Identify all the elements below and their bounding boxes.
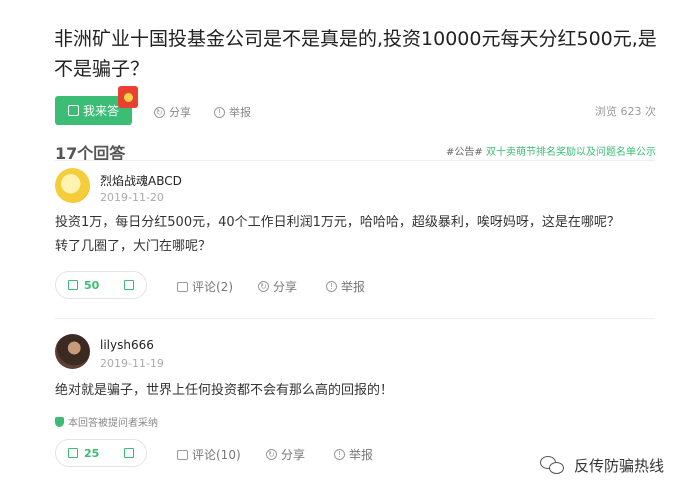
share-icon: ↻ — [266, 449, 277, 460]
red-packet-icon[interactable] — [118, 86, 138, 108]
comments-button[interactable]: 评论(2) — [177, 278, 233, 295]
answer-content-line: 绝对就是骗子，世界上任何投资都不会有那么高的回报的！ — [55, 383, 394, 398]
report-icon: ! — [326, 281, 337, 292]
share-label: 分享 — [169, 106, 191, 119]
watermark: 反传防骗热线 — [540, 455, 664, 476]
answer-date: 2019-11-19 — [100, 357, 164, 370]
adopted-badge: 本回答被提问者采纳 — [55, 414, 158, 429]
adopted-label: 本回答被提问者采纳 — [68, 418, 158, 429]
vote-control: 25 — [55, 439, 147, 467]
answer-content: 投资1万，每日分红500元，40个工作日利润1万元，哈哈哈，超级暴利，唉呀妈呀，… — [55, 211, 620, 259]
report-question-button[interactable]: ! 举报 — [214, 104, 251, 120]
comments-label: 评论(2) — [192, 280, 233, 294]
report-label: 举报 — [349, 448, 374, 462]
answer-content: 绝对就是骗子，世界上任何投资都不会有那么高的回报的！ — [55, 379, 393, 403]
comments-button[interactable]: 评论(10) — [177, 446, 241, 463]
thumbs-up-icon[interactable] — [68, 448, 78, 458]
vote-count: 25 — [84, 446, 100, 460]
report-answer-button[interactable]: ! 举报 — [334, 446, 373, 463]
share-label: 分享 — [273, 280, 298, 294]
notice-tag: #公告# — [446, 147, 483, 158]
question-title: 非洲矿业十国投基金公司是不是真是的,投资10000元每天分红500元,是不是骗子… — [54, 28, 657, 80]
report-label: 举报 — [229, 106, 251, 119]
vote-count: 50 — [84, 278, 100, 292]
share-question-button[interactable]: ↻ 分享 — [154, 104, 191, 120]
report-icon: ! — [334, 449, 345, 460]
answer-button-label: 我来答 — [82, 104, 119, 118]
shield-check-icon — [55, 416, 64, 427]
answer-date: 2019-11-20 — [100, 191, 164, 204]
notice-text: 双十卖萌节排名奖励以及问题名单公示 — [486, 147, 656, 158]
answer-username[interactable]: 烈焰战魂ABCD — [100, 172, 182, 189]
share-label: 分享 — [281, 448, 306, 462]
report-icon: ! — [214, 106, 225, 118]
view-count: 浏览 623 次 — [595, 105, 656, 118]
share-answer-button[interactable]: ↻ 分享 — [266, 446, 305, 463]
answer-content-line: 转了几圈了，大门在哪呢？ — [55, 239, 212, 254]
comments-label: 评论(10) — [192, 448, 241, 462]
edit-icon — [67, 105, 79, 116]
share-icon: ↻ — [258, 281, 269, 292]
thumbs-down-icon[interactable] — [124, 448, 134, 458]
comment-icon — [177, 449, 188, 460]
answer-username[interactable]: lilysh666 — [100, 338, 154, 352]
avatar[interactable] — [55, 334, 90, 369]
report-answer-button[interactable]: ! 举报 — [326, 278, 365, 295]
thumbs-up-icon[interactable] — [68, 280, 78, 290]
answer-content-line: 投资1万，每日分红500元，40个工作日利润1万元，哈哈哈，超级暴利，唉呀妈呀，… — [55, 215, 620, 230]
avatar[interactable] — [55, 168, 90, 203]
thumbs-down-icon[interactable] — [124, 280, 134, 290]
report-label: 举报 — [341, 280, 366, 294]
divider — [55, 160, 655, 161]
notice-link[interactable]: #公告# 双十卖萌节排名奖励以及问题名单公示 — [446, 143, 656, 158]
share-icon: ↻ — [154, 106, 165, 118]
share-answer-button[interactable]: ↻ 分享 — [258, 278, 297, 295]
watermark-text: 反传防骗热线 — [574, 457, 665, 475]
comment-icon — [177, 281, 188, 292]
vote-control: 50 — [55, 271, 147, 299]
question-page: 非洲矿业十国投基金公司是不是真是的,投资10000元每天分红500元,是不是骗子… — [0, 0, 700, 495]
divider — [55, 318, 655, 319]
wechat-icon — [540, 455, 566, 476]
